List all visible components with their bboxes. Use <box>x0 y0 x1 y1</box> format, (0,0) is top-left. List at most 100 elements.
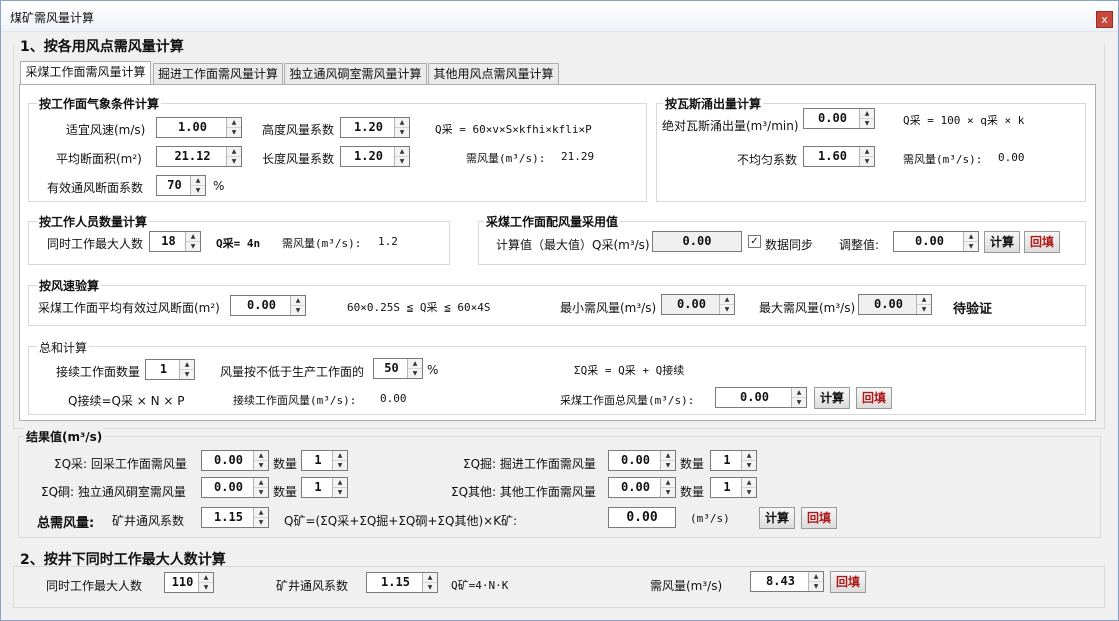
result-count-label-coal: 数量 <box>273 457 298 471</box>
stepper-arrows[interactable]: ▲ ▼ <box>660 478 675 497</box>
stepper-arrows[interactable]: ▲ ▼ <box>198 573 213 592</box>
result-other-value: 0.00 <box>621 480 650 494</box>
stepper-arrows[interactable]: ▲ ▼ <box>791 388 806 407</box>
stepper-arrows[interactable]: ▲ ▼ <box>290 296 305 315</box>
tab-coal-face[interactable]: 采煤工作面需风量计算 <box>20 61 151 85</box>
mine-k-value: 1.15 <box>214 510 243 524</box>
height-value: 1.20 <box>354 120 383 134</box>
max-need-value: 0.00 <box>874 297 903 311</box>
result-label-coal: ΣQ采: 回采工作面需风量 <box>54 457 187 471</box>
stepper-arrows[interactable]: ▲ ▼ <box>332 451 347 470</box>
min-need-stepper[interactable]: 0.00 ▲ ▼ <box>661 294 735 315</box>
uneven-stepper[interactable]: 1.60 ▲ ▼ <box>803 146 875 167</box>
stepper-arrows[interactable]: ▲ ▼ <box>226 147 241 166</box>
height-stepper[interactable]: 1.20 ▲ ▼ <box>340 117 410 138</box>
speed-check-formula: 60×0.25S ≦ Q采 ≦ 60×4S <box>347 301 491 314</box>
stepper-arrows[interactable]: ▲ ▼ <box>190 176 205 195</box>
stepper-arrows[interactable]: ▲ ▼ <box>422 573 437 592</box>
result-count-tunnel[interactable]: 1 ▲ ▼ <box>710 450 757 471</box>
stepper-arrows[interactable]: ▲ ▼ <box>719 295 734 314</box>
people-max-stepper[interactable]: 18 ▲ ▼ <box>149 231 201 252</box>
stepper-arrows[interactable]: ▲ ▼ <box>226 118 241 137</box>
results-fill-button[interactable]: 回填 <box>801 507 837 529</box>
stepper-arrows[interactable]: ▲ ▼ <box>741 478 756 497</box>
speed-stepper[interactable]: 1.00 ▲ ▼ <box>156 117 242 138</box>
result-tunnel-value: 0.00 <box>621 453 650 467</box>
s2-need-stepper[interactable]: 8.43 ▲ ▼ <box>750 571 824 592</box>
max-need-label: 最大需风量(m³/s) <box>759 301 856 315</box>
result-value-chamber[interactable]: 0.00 ▲ ▼ <box>201 477 269 498</box>
sync-label: 数据同步 <box>765 238 814 252</box>
max-need-stepper[interactable]: 0.00 ▲ ▼ <box>858 294 932 315</box>
total-calc-button[interactable]: 计算 <box>814 387 850 409</box>
speed-label: 适宜风速(m/s) <box>66 123 146 137</box>
stepper-arrows[interactable]: ▲ ▼ <box>808 572 823 591</box>
pct-stepper[interactable]: 50 ▲ ▼ <box>373 358 423 379</box>
result-label-tunnel: ΣQ掘: 掘进工作面需风量 <box>463 457 596 471</box>
people-max-label: 同时工作最大人数 <box>47 237 144 251</box>
stepper-arrows[interactable]: ▲ ▼ <box>963 232 978 251</box>
result-count-other[interactable]: 1 ▲ ▼ <box>710 477 757 498</box>
stepper-arrows[interactable]: ▲ ▼ <box>185 232 200 251</box>
adjust-stepper[interactable]: 0.00 ▲ ▼ <box>893 231 979 252</box>
s2-fill-button[interactable]: 回填 <box>830 571 866 593</box>
eff-stepper[interactable]: 70 ▲ ▼ <box>156 175 206 196</box>
tab-tunneling[interactable]: 掘进工作面需风量计算 <box>153 63 283 85</box>
gas-abs-label: 绝对瓦斯涌出量(m³/min) <box>662 119 799 133</box>
area-label: 平均断面积(m²) <box>56 152 142 166</box>
sync-checkbox[interactable]: ✓ <box>748 235 761 248</box>
gas-abs-stepper[interactable]: 0.00 ▲ ▼ <box>803 108 875 129</box>
eff-unit: % <box>213 179 225 193</box>
total-fill-button[interactable]: 回填 <box>856 387 892 409</box>
area-stepper[interactable]: 21.12 ▲ ▼ <box>156 146 242 167</box>
result-count-chamber[interactable]: 1 ▲ ▼ <box>301 477 348 498</box>
cont-count-stepper[interactable]: 1 ▲ ▼ <box>145 359 195 380</box>
total-group <box>28 346 1086 415</box>
gas-abs-value: 0.00 <box>818 111 847 125</box>
adopt-calc-value: 0.00 <box>652 231 742 252</box>
stepper-arrows[interactable]: ▲ ▼ <box>394 118 409 137</box>
mine-k-stepper[interactable]: 1.15 ▲ ▼ <box>201 507 269 528</box>
avg-area-stepper[interactable]: 0.00 ▲ ▼ <box>230 295 306 316</box>
stepper-arrows[interactable]: ▲ ▼ <box>407 359 422 378</box>
total-air-stepper[interactable]: 0.00 ▲ ▼ <box>715 387 807 408</box>
people-formula: Q采= 4n <box>216 237 261 250</box>
total-air-label: 采煤工作面总风量(m³/s): <box>560 394 695 407</box>
s2-max-stepper[interactable]: 110 ▲ ▼ <box>164 572 214 593</box>
stepper-arrows[interactable]: ▲ ▼ <box>179 360 194 379</box>
speed-value: 1.00 <box>178 120 207 134</box>
result-coal-value: 0.00 <box>214 453 243 467</box>
tab-other[interactable]: 其他用风点需风量计算 <box>428 63 559 85</box>
eff-value: 70 <box>167 178 182 192</box>
stepper-arrows[interactable]: ▲ ▼ <box>660 451 675 470</box>
tab-chamber[interactable]: 独立通风硐室需风量计算 <box>284 63 427 85</box>
results-calc-button[interactable]: 计算 <box>759 507 795 529</box>
s2-max-label: 同时工作最大人数 <box>46 579 143 593</box>
gas-need-value: 0.00 <box>998 151 1025 164</box>
result-value-coal[interactable]: 0.00 ▲ ▼ <box>201 450 269 471</box>
mine-k-label: 矿井通风系数 <box>112 514 185 528</box>
length-stepper[interactable]: 1.20 ▲ ▼ <box>340 146 410 167</box>
window-title: 煤矿需风量计算 <box>10 11 95 25</box>
stepper-arrows[interactable]: ▲ ▼ <box>859 109 874 128</box>
result-value-other[interactable]: 0.00 ▲ ▼ <box>608 477 676 498</box>
mine-total-unit: (m³/s) <box>690 512 730 525</box>
stepper-arrows[interactable]: ▲ ▼ <box>332 478 347 497</box>
stepper-arrows[interactable]: ▲ ▼ <box>741 451 756 470</box>
stepper-arrows[interactable]: ▲ ▼ <box>916 295 931 314</box>
stepper-arrows[interactable]: ▲ ▼ <box>253 451 268 470</box>
s2-k-stepper[interactable]: 1.15 ▲ ▼ <box>366 572 438 593</box>
result-value-tunnel[interactable]: 0.00 ▲ ▼ <box>608 450 676 471</box>
result-count-coal[interactable]: 1 ▲ ▼ <box>301 450 348 471</box>
close-button[interactable]: x <box>1096 11 1113 28</box>
cont-count-value: 1 <box>159 362 168 376</box>
stepper-arrows[interactable]: ▲ ▼ <box>859 147 874 166</box>
stepper-arrows[interactable]: ▲ ▼ <box>253 478 268 497</box>
uneven-label: 不均匀系数 <box>737 153 798 167</box>
adopt-calc-button[interactable]: 计算 <box>984 231 1020 253</box>
stepper-arrows[interactable]: ▲ ▼ <box>394 147 409 166</box>
stepper-arrows[interactable]: ▲ ▼ <box>253 508 268 527</box>
pct-unit: % <box>427 363 439 377</box>
mine-total-value: 0.00 <box>608 507 676 528</box>
adopt-fill-button[interactable]: 回填 <box>1024 231 1060 253</box>
